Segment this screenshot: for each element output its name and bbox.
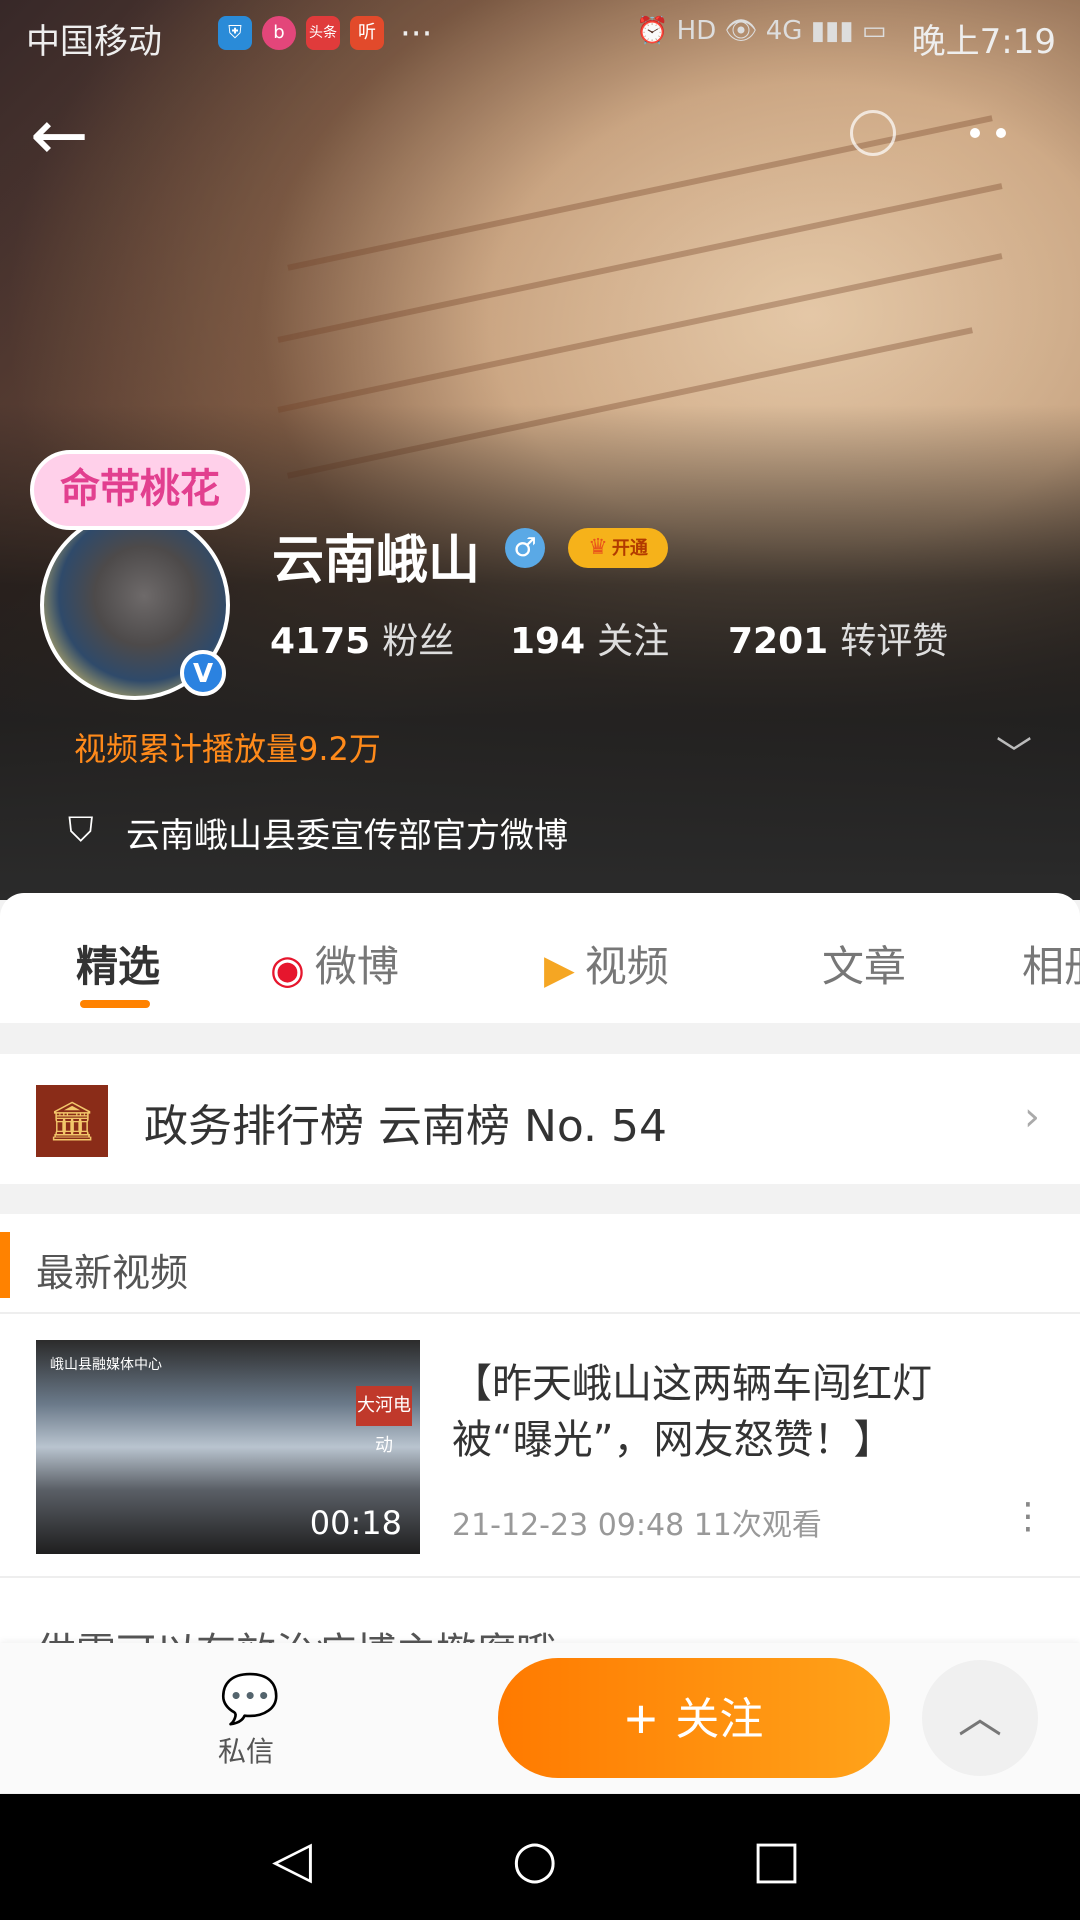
vip-open-badge[interactable]: ♛ 开通 xyxy=(568,528,668,568)
status-icons: ⏰ HD 👁 4G ▮▮▮ ▭ xyxy=(636,16,887,46)
video-meta: 21-12-23 09:48 11次观看 xyxy=(452,1508,822,1543)
divider xyxy=(0,1312,1080,1314)
status-bar: 中国移动 ⛨ b 头条 听 ··· ⏰ HD 👁 4G ▮▮▮ ▭ 晚上7:19 xyxy=(0,0,1080,74)
avatar-frame-badge: 命带桃花 xyxy=(30,450,250,530)
government-building-icon: 🏛 xyxy=(36,1085,108,1157)
more-options-icon[interactable] xyxy=(850,100,1030,160)
chevron-down-icon[interactable]: ﹀ xyxy=(996,726,1032,778)
ranking-text: 政务排行榜 云南榜 No. 54 xyxy=(144,1101,667,1152)
video-icon: ▶ xyxy=(544,946,575,993)
tab-video[interactable]: ▶ 视频 xyxy=(544,933,669,994)
followers-label: 粉丝 xyxy=(382,621,455,662)
active-tab-indicator xyxy=(80,1000,150,1008)
reposts-label: 转评赞 xyxy=(840,621,949,662)
divider xyxy=(0,1576,1080,1578)
section-accent-bar xyxy=(0,1232,10,1298)
shield-check-icon: ⛉ xyxy=(68,810,94,850)
shield-app-icon: ⛨ xyxy=(218,16,252,50)
nav-recents-icon[interactable]: □ xyxy=(752,1830,801,1890)
profile-name: 云南峨山 xyxy=(272,531,481,591)
plus-icon: + xyxy=(624,1687,658,1750)
male-gender-icon: ♂ xyxy=(505,528,545,568)
followers-count: 4175 xyxy=(270,621,371,662)
thumbnail-sign: 大河电动 xyxy=(356,1386,412,1456)
tab-featured[interactable]: 精选 xyxy=(76,933,160,994)
video-title[interactable]: 【昨天峨山这两辆车闯红灯被“曝光”，网友怒赞！】 xyxy=(452,1356,1012,1468)
video-thumbnail[interactable]: 峨山县融媒体中心 大河电动 00:18 xyxy=(36,1340,420,1554)
following-count: 194 xyxy=(510,621,586,662)
more-notifications-icon: ··· xyxy=(400,14,433,54)
bilibili-app-icon: b xyxy=(262,16,296,50)
nav-back-icon[interactable]: ◁ xyxy=(272,1830,312,1890)
following-label: 关注 xyxy=(597,621,670,662)
message-label[interactable]: 私信 xyxy=(218,1730,274,1770)
video-play-count: 视频累计播放量9.2万 xyxy=(74,730,381,768)
nav-home-icon[interactable]: ○ xyxy=(512,1830,557,1890)
reposts-count: 7201 xyxy=(728,621,829,662)
tab-weibo-label: 微博 xyxy=(314,942,399,991)
follow-button[interactable]: + 关注 xyxy=(498,1658,890,1778)
tab-video-label: 视频 xyxy=(584,942,669,991)
follow-label: 关注 xyxy=(675,1695,764,1744)
tab-articles[interactable]: 文章 xyxy=(822,933,906,994)
vip-label: 开通 xyxy=(611,538,648,559)
carrier-label: 中国移动 xyxy=(26,22,162,62)
section-title: 最新视频 xyxy=(36,1251,189,1295)
video-duration: 00:18 xyxy=(309,1504,402,1542)
chat-bubble-icon[interactable]: 💬 xyxy=(220,1670,280,1727)
verified-badge-icon: V xyxy=(180,650,226,696)
more-vertical-icon[interactable]: ⋮ xyxy=(1010,1496,1046,1537)
toutiao-app-icon: 头条 xyxy=(306,16,340,50)
followers-stat[interactable]: 4175 粉丝 xyxy=(270,612,454,664)
chevron-up-icon[interactable]: ︿ xyxy=(922,1660,1038,1776)
avatar-container[interactable]: 命带桃花 V xyxy=(30,450,250,700)
following-stat[interactable]: 194 关注 xyxy=(510,612,669,664)
thumbnail-watermark: 峨山县融媒体中心 xyxy=(50,1357,162,1373)
crown-icon: ♛ xyxy=(588,535,608,560)
clock: 晚上7:19 xyxy=(911,22,1056,62)
profile-tabs: 精选 ◉微博 ▶视频 文章 相册 xyxy=(0,893,1080,1023)
reposts-stat[interactable]: 7201 转评赞 xyxy=(728,612,948,664)
profile-description: 云南峨山县委宣传部官方微博 xyxy=(126,816,568,856)
tab-weibo[interactable]: ◉ 微博 xyxy=(270,933,399,994)
weibo-icon: ◉ xyxy=(270,946,305,993)
chevron-right-icon: › xyxy=(1024,1094,1040,1140)
back-arrow-icon[interactable]: ← xyxy=(30,100,110,180)
tab-album[interactable]: 相册 xyxy=(1022,933,1080,994)
listen-app-icon: 听 xyxy=(350,16,384,50)
